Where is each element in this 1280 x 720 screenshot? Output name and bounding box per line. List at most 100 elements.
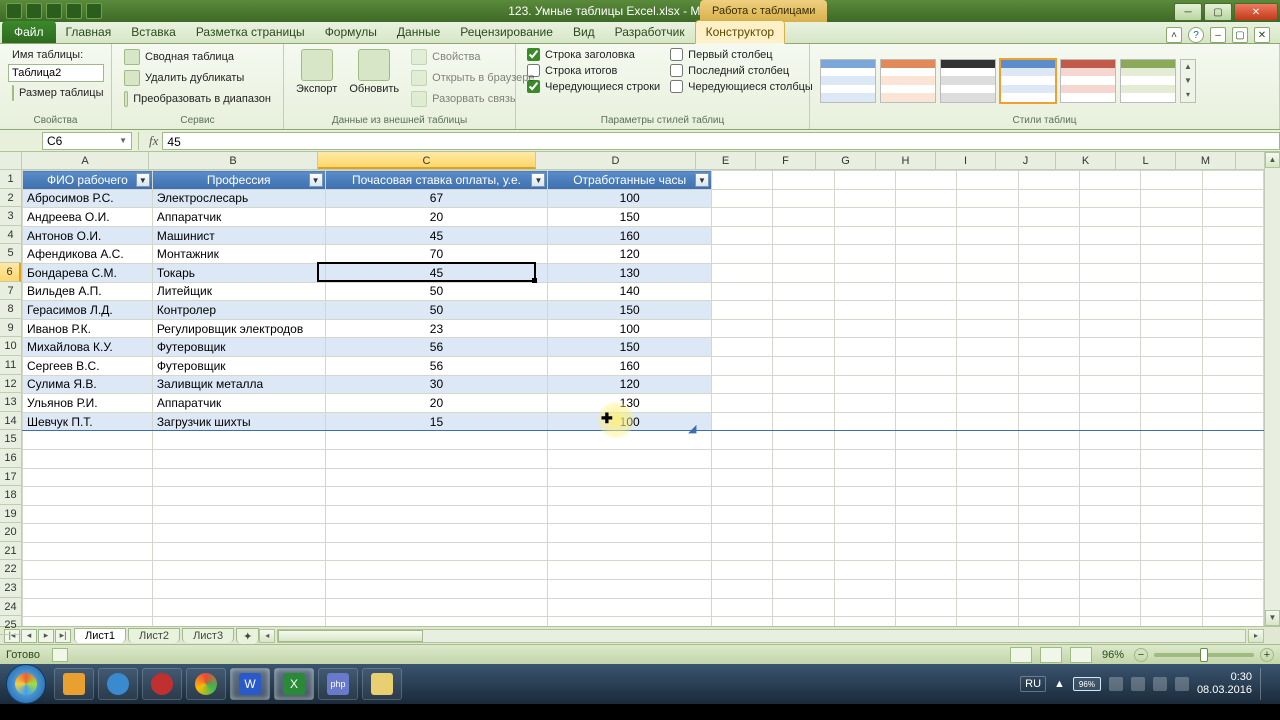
cell[interactable]: 120 bbox=[548, 375, 712, 394]
column-header[interactable]: C bbox=[318, 152, 536, 169]
row-header[interactable]: 19 bbox=[0, 505, 21, 524]
ribbon-minimize-icon[interactable]: ˄ bbox=[1166, 27, 1182, 43]
row-headers[interactable]: 1234567891011121314151617181920212223242… bbox=[0, 152, 22, 626]
dedup-button[interactable]: Удалить дубликаты bbox=[120, 68, 275, 88]
tab-formulas[interactable]: Формулы bbox=[315, 21, 387, 43]
cell[interactable]: Афендикова А.С. bbox=[23, 245, 153, 264]
column-header[interactable]: K bbox=[1056, 152, 1116, 169]
row-header[interactable]: 16 bbox=[0, 449, 21, 468]
file-tab[interactable]: Файл bbox=[2, 21, 56, 43]
name-box[interactable]: C6▼ bbox=[42, 132, 132, 150]
row-header[interactable]: 1 bbox=[0, 170, 21, 189]
vertical-scrollbar[interactable]: ▲ ▼ bbox=[1264, 152, 1280, 626]
cell[interactable]: 50 bbox=[325, 282, 548, 301]
cell[interactable]: Монтажник bbox=[152, 245, 325, 264]
cell[interactable]: Машинист bbox=[152, 226, 325, 245]
sheet-tab[interactable]: Лист2 bbox=[128, 628, 180, 643]
taskbar-chrome[interactable] bbox=[186, 668, 226, 700]
props-button[interactable]: Свойства bbox=[407, 47, 538, 67]
cell[interactable]: Футеровщик bbox=[152, 338, 325, 357]
maximize-button[interactable]: ▢ bbox=[1204, 3, 1232, 21]
tablename-input[interactable] bbox=[8, 64, 104, 82]
start-button[interactable] bbox=[6, 664, 46, 704]
cell[interactable]: Антонов О.И. bbox=[23, 226, 153, 245]
unlink-button[interactable]: Разорвать связь bbox=[407, 89, 538, 109]
tab-review[interactable]: Рецензирование bbox=[450, 21, 563, 43]
column-header[interactable]: L bbox=[1116, 152, 1176, 169]
row-header[interactable]: 14 bbox=[0, 412, 21, 431]
cell[interactable]: 140 bbox=[548, 282, 712, 301]
tab-view[interactable]: Вид bbox=[563, 21, 605, 43]
style-gallery[interactable]: ▲▼▾ bbox=[818, 57, 1198, 105]
cell[interactable]: 45 bbox=[325, 226, 548, 245]
cell[interactable]: Герасимов Л.Д. bbox=[23, 301, 153, 320]
sheet-nav-prev-icon[interactable]: ◂ bbox=[21, 629, 37, 643]
resize-table-button[interactable]: Размер таблицы bbox=[8, 83, 103, 103]
filter-dropdown-icon[interactable]: ▼ bbox=[309, 173, 323, 187]
cell[interactable]: 50 bbox=[325, 301, 548, 320]
tab-developer[interactable]: Разработчик bbox=[605, 21, 695, 43]
row-header[interactable]: 8 bbox=[0, 300, 21, 319]
minimize-button[interactable]: ─ bbox=[1174, 3, 1202, 21]
cell[interactable]: Электрослесарь bbox=[152, 189, 325, 208]
cell[interactable]: Контролер bbox=[152, 301, 325, 320]
pivot-button[interactable]: Сводная таблица bbox=[120, 47, 275, 67]
zoom-out-button[interactable]: − bbox=[1134, 648, 1148, 662]
macro-record-icon[interactable] bbox=[52, 648, 68, 662]
torange-button[interactable]: Преобразовать в диапазон bbox=[120, 89, 275, 109]
column-header[interactable]: D bbox=[536, 152, 696, 169]
row-header[interactable]: 4 bbox=[0, 226, 21, 245]
row-header[interactable]: 25 bbox=[0, 616, 21, 635]
scroll-right-icon[interactable]: ▸ bbox=[1248, 629, 1264, 643]
openbrowser-button[interactable]: Открыть в браузере bbox=[407, 68, 538, 88]
doc-restore-icon[interactable]: ▢ bbox=[1232, 27, 1248, 43]
chevron-down-icon[interactable]: ▼ bbox=[119, 136, 127, 145]
cell[interactable]: 160 bbox=[548, 226, 712, 245]
row-header[interactable]: 7 bbox=[0, 282, 21, 301]
chk-lastcol[interactable]: Последний столбец bbox=[667, 63, 816, 78]
style-swatch[interactable] bbox=[880, 59, 936, 103]
chk-banded[interactable]: Чередующиеся строки bbox=[524, 79, 663, 94]
taskbar-ie[interactable] bbox=[98, 668, 138, 700]
removable-icon[interactable] bbox=[1153, 677, 1167, 691]
view-pagelayout-icon[interactable] bbox=[1040, 647, 1062, 663]
network-icon[interactable] bbox=[1131, 677, 1145, 691]
view-normal-icon[interactable] bbox=[1010, 647, 1032, 663]
style-swatch[interactable] bbox=[940, 59, 996, 103]
row-header[interactable]: 24 bbox=[0, 598, 21, 617]
column-header[interactable]: H bbox=[876, 152, 936, 169]
row-header[interactable]: 11 bbox=[0, 356, 21, 375]
cell[interactable]: 15 bbox=[325, 412, 548, 431]
refresh-button[interactable]: Обновить bbox=[345, 47, 403, 97]
column-header[interactable]: I bbox=[936, 152, 996, 169]
column-header[interactable]: M bbox=[1176, 152, 1236, 169]
save-icon[interactable] bbox=[26, 3, 42, 19]
column-header[interactable]: G bbox=[816, 152, 876, 169]
taskbar-php[interactable]: php bbox=[318, 668, 358, 700]
gallery-more-button[interactable]: ▲▼▾ bbox=[1180, 59, 1196, 103]
cell[interactable]: 100 bbox=[548, 319, 712, 338]
row-header[interactable]: 20 bbox=[0, 523, 21, 542]
chk-headerrow[interactable]: Строка заголовка bbox=[524, 47, 663, 62]
horizontal-scrollbar[interactable]: ◂ ▸ bbox=[259, 629, 1264, 643]
language-indicator[interactable]: RU bbox=[1020, 676, 1046, 692]
undo-icon[interactable] bbox=[46, 3, 62, 19]
cells-area[interactable]: ФИО рабочего▼Профессия▼Почасовая ставка … bbox=[22, 170, 1264, 626]
taskbar-opera[interactable] bbox=[142, 668, 182, 700]
cell[interactable]: 120 bbox=[548, 245, 712, 264]
clock[interactable]: 0:30 08.03.2016 bbox=[1197, 671, 1252, 697]
redo-icon[interactable] bbox=[66, 3, 82, 19]
cell[interactable]: Сулима Я.В. bbox=[23, 375, 153, 394]
zoom-in-button[interactable]: + bbox=[1260, 648, 1274, 662]
formula-input[interactable]: 45 bbox=[162, 132, 1280, 150]
sheet-new-icon[interactable]: ✦ bbox=[236, 628, 259, 644]
cell[interactable]: Михайлова К.У. bbox=[23, 338, 153, 357]
spreadsheet-grid[interactable]: ABCDEFGHIJKLM 12345678910111213141516171… bbox=[0, 152, 1280, 626]
zoom-value[interactable]: 96% bbox=[1102, 649, 1124, 661]
chk-totalrow[interactable]: Строка итогов bbox=[524, 63, 663, 78]
cell[interactable]: 56 bbox=[325, 338, 548, 357]
cell[interactable]: Ульянов Р.И. bbox=[23, 394, 153, 413]
sheet-tab[interactable]: Лист3 bbox=[182, 628, 234, 643]
style-swatch[interactable] bbox=[1120, 59, 1176, 103]
cell[interactable]: Абросимов Р.С. bbox=[23, 189, 153, 208]
